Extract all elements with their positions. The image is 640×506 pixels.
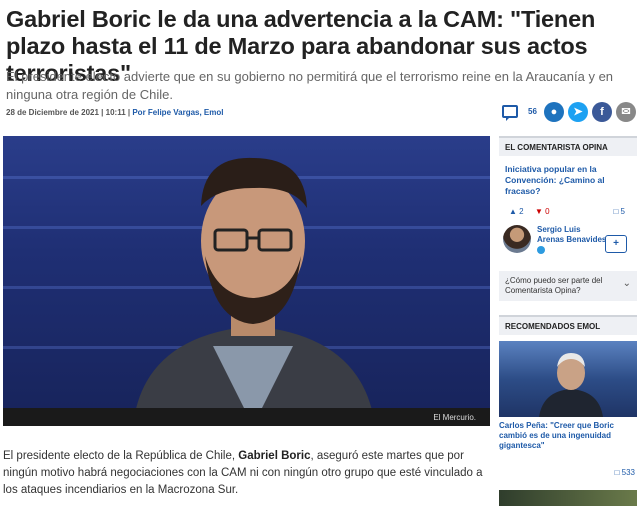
- columnist-avatar[interactable]: [503, 225, 531, 253]
- recommended-header: RECOMENDADOS EMOL: [499, 315, 637, 335]
- opina-votes: ▲ 2 ▼ 0 □ 5: [505, 205, 631, 221]
- sidebar: EL COMENTARISTA OPINA Iniciativa popular…: [499, 136, 637, 506]
- mail-icon[interactable]: ✉: [616, 102, 636, 122]
- facebook-icon[interactable]: f: [592, 102, 612, 122]
- opina-header: EL COMENTARISTA OPINA: [499, 136, 637, 156]
- body-bold-name: Gabriel Boric: [238, 450, 311, 462]
- recommended-comment-count[interactable]: □ 533: [615, 468, 635, 477]
- recommended-image-2[interactable]: [499, 490, 637, 506]
- recommended-title-link[interactable]: Carlos Peña: "Creer que Boric cambió es …: [499, 421, 637, 451]
- article-byline: 28 de Diciembre de 2021 | 10:11 | Por Fe…: [6, 108, 224, 117]
- columnist: Sergio Luis Arenas Benavides +: [503, 225, 631, 261]
- twitter-icon[interactable]: ➤: [568, 102, 588, 122]
- columnist-name[interactable]: Sergio Luis Arenas Benavides: [537, 225, 609, 255]
- how-to-join-box[interactable]: ¿Cómo puedo ser parte del Comentarista O…: [499, 271, 637, 301]
- comment-count-icon[interactable]: □ 5: [613, 207, 625, 216]
- chevron-down-icon: ⌄: [622, 278, 631, 289]
- article-date: 28 de Diciembre de 2021 | 10:11 |: [6, 108, 131, 117]
- photo-credit: El Mercurio.: [433, 413, 476, 422]
- portrait-figure: [133, 157, 375, 426]
- article-body: El presidente electo de la República de …: [3, 450, 483, 496]
- social-share-bar: 56 ● ➤ f ✉: [502, 102, 638, 124]
- how-to-join-text: ¿Cómo puedo ser parte del Comentarista O…: [505, 276, 603, 295]
- opina-question-link[interactable]: Iniciativa popular en la Convención: ¿Ca…: [505, 164, 631, 197]
- thumbs-up-icon[interactable]: ▲ 2: [509, 207, 524, 216]
- article-subhead: El presidente electo advierte que en su …: [6, 69, 614, 102]
- article-author[interactable]: Por Felipe Vargas, Emol: [132, 108, 223, 117]
- comment-count[interactable]: 56: [528, 107, 537, 116]
- thumbs-down-icon[interactable]: ▼ 0: [535, 207, 550, 216]
- verified-icon: [537, 245, 545, 254]
- follow-user-button[interactable]: +: [605, 235, 627, 253]
- user-icon[interactable]: ●: [544, 102, 564, 122]
- comment-icon[interactable]: [502, 105, 518, 121]
- recommended-image[interactable]: [499, 341, 637, 417]
- article-photo: [3, 136, 490, 426]
- photo-caption-bar: El Mercurio.: [3, 408, 490, 426]
